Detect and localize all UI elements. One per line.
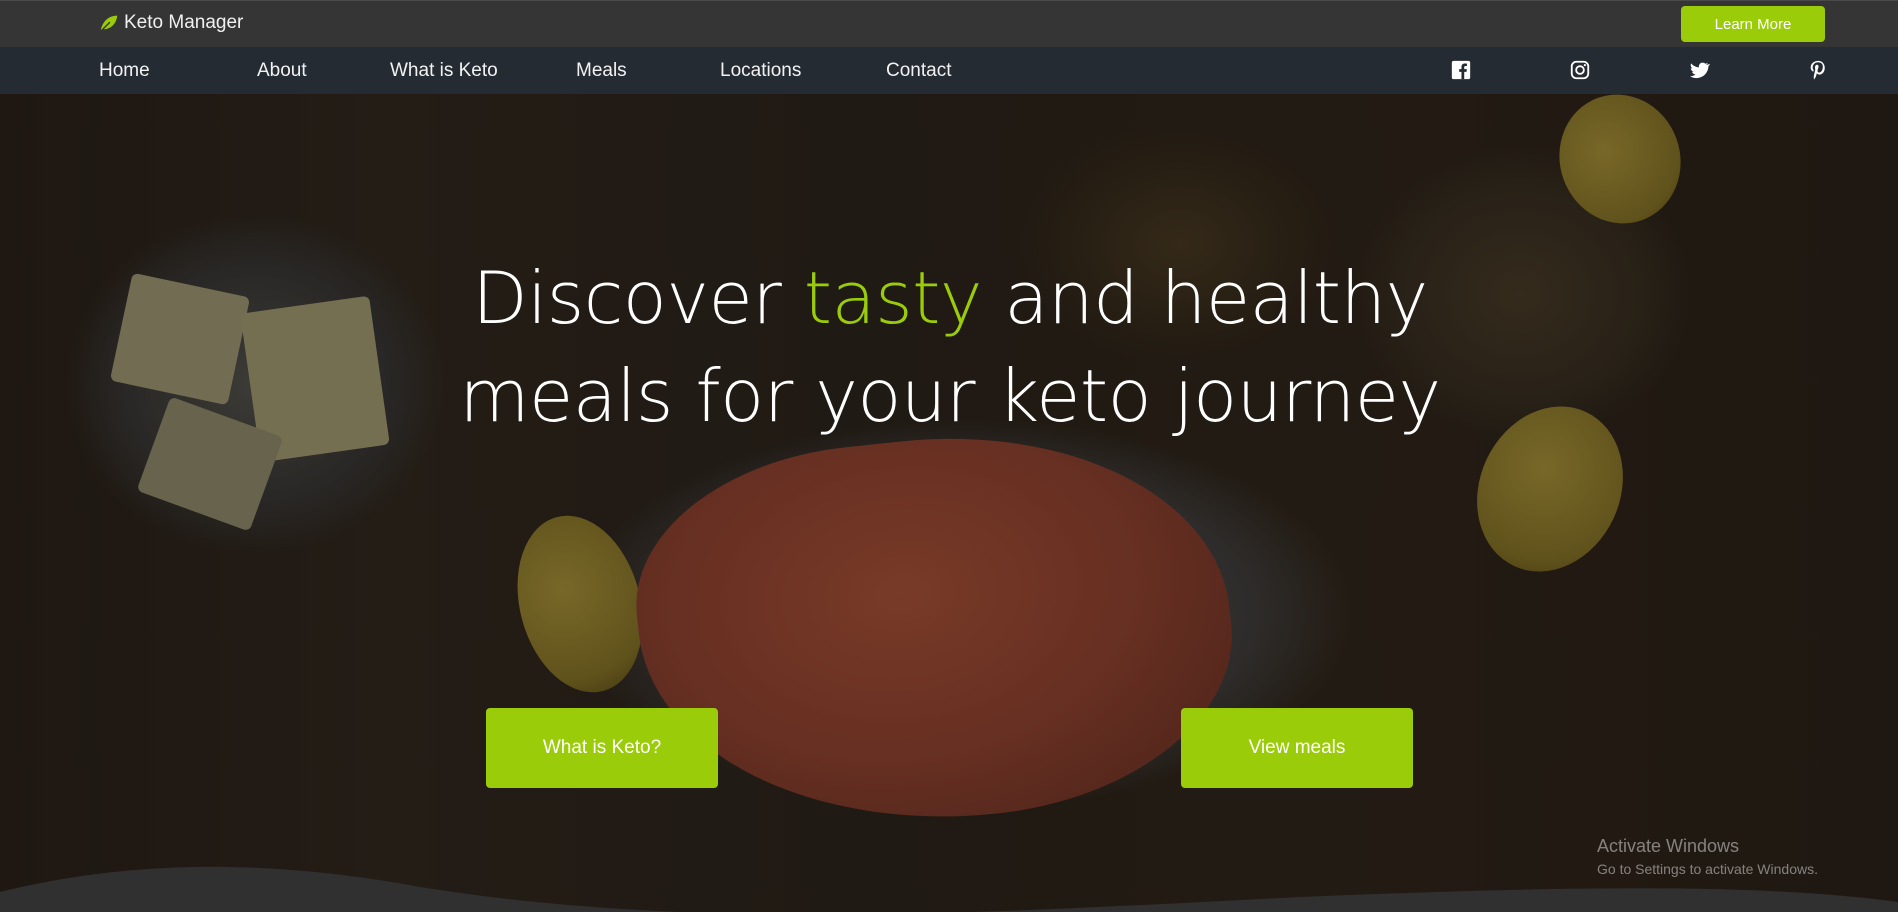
headline-accent-word: tasty [803,256,983,340]
pinterest-icon[interactable] [1807,59,1829,81]
facebook-icon[interactable] [1450,59,1472,81]
brand-logo[interactable]: Keto Manager [98,12,243,34]
nav-item-locations[interactable]: Locations [720,60,801,82]
headline-text-end: and healthy [981,256,1428,340]
watermark-title: Activate Windows [1597,836,1740,856]
nav-item-meals[interactable]: Meals [576,60,627,82]
twitter-icon[interactable] [1688,59,1710,81]
view-meals-button[interactable]: View meals [1181,708,1413,788]
watermark-subtitle: Go to Settings to activate Windows. [1597,861,1818,877]
instagram-icon[interactable] [1569,59,1591,81]
hero-headline: Discover tasty and healthy meals for you… [380,249,1520,445]
headline-line-2: meals for your keto journey [459,354,1441,438]
headline-text-start: Discover [472,256,804,340]
nav-item-what-is-keto[interactable]: What is Keto [390,60,498,82]
leaf-icon [100,15,118,32]
what-is-keto-button[interactable]: What is Keto? [486,708,718,788]
hero-section: Discover tasty and healthy meals for you… [0,94,1898,912]
nav-item-contact[interactable]: Contact [886,60,951,82]
main-nav: Home About What is Keto Meals Locations … [0,47,1898,94]
top-bar: Keto Manager Learn More [0,0,1898,47]
learn-more-button[interactable]: Learn More [1681,6,1825,42]
nav-item-about[interactable]: About [257,60,307,82]
brand-name: Keto Manager [124,12,244,33]
nav-item-home[interactable]: Home [99,60,150,82]
windows-activation-watermark: Activate Windows Go to Settings to activ… [1597,836,1818,877]
